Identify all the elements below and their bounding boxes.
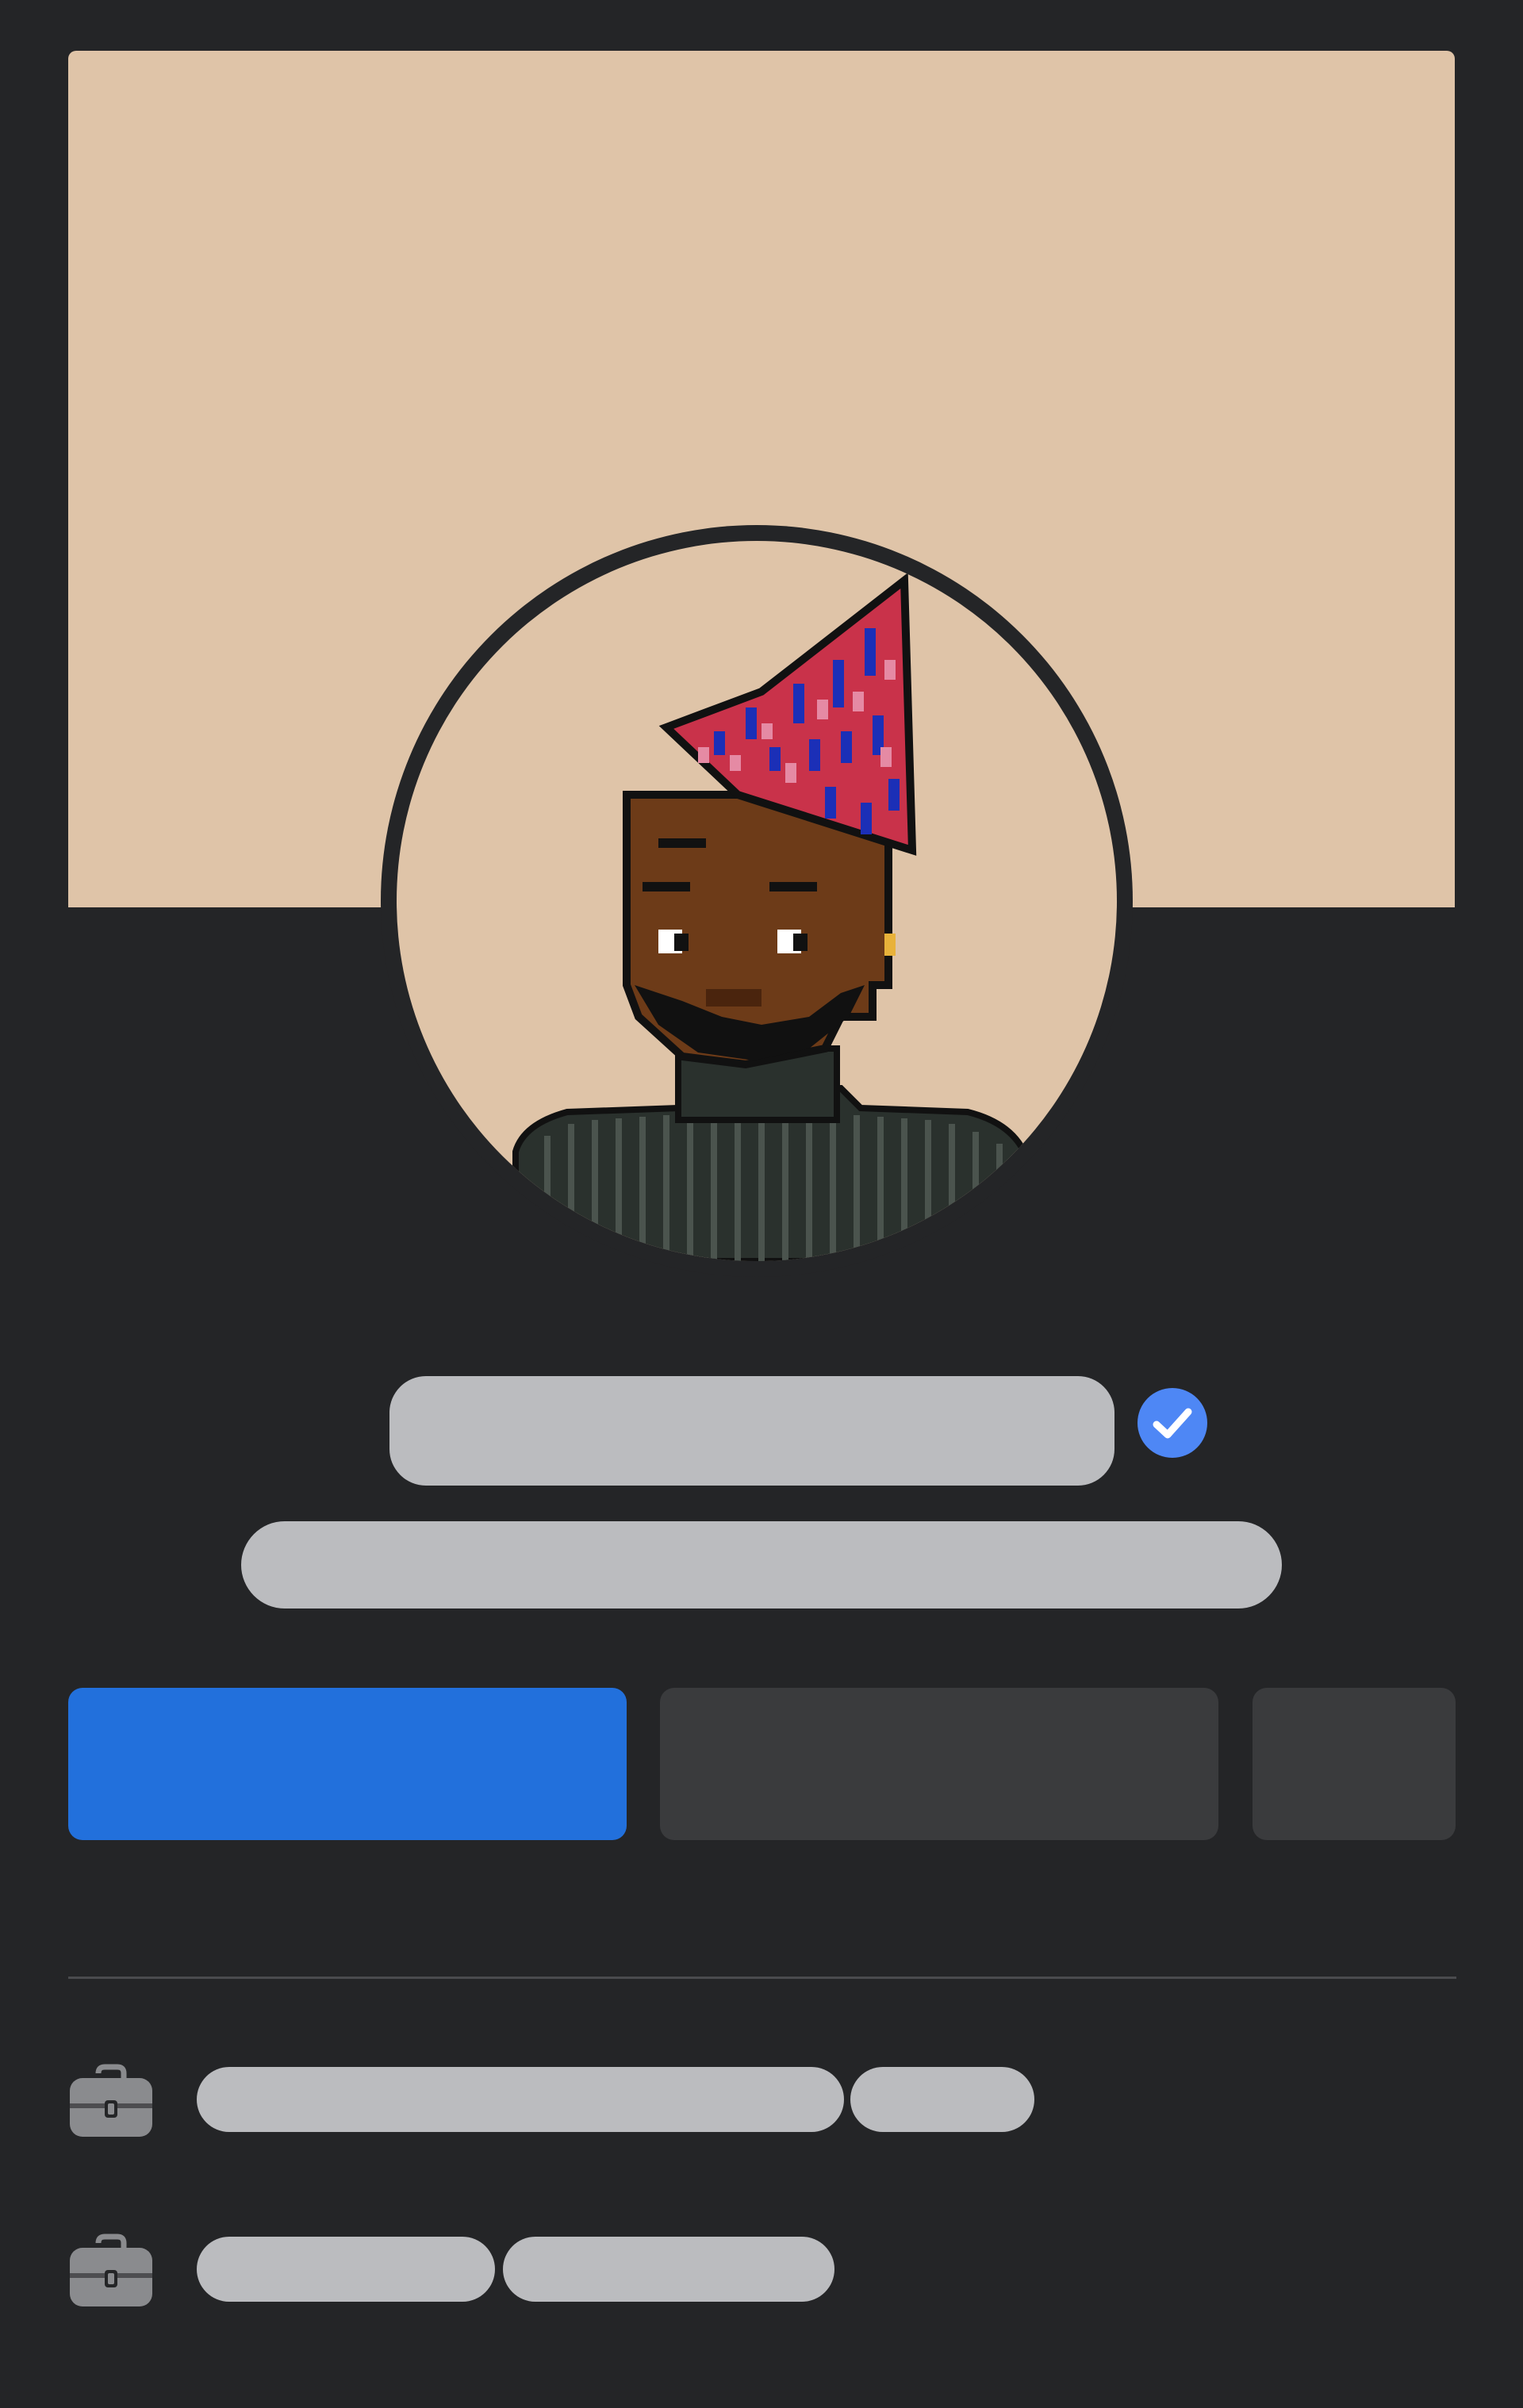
more-options-button[interactable]	[1253, 1688, 1456, 1840]
briefcase-icon	[70, 2234, 152, 2306]
profile-name	[389, 1376, 1114, 1486]
detail-text-primary	[197, 2067, 844, 2132]
pixel-art-avatar-icon	[397, 541, 1117, 1261]
primary-action-button[interactable]	[68, 1688, 627, 1840]
detail-text-secondary-value	[850, 2067, 851, 2068]
section-divider	[68, 1977, 1456, 1979]
detail-row	[68, 2232, 1456, 2306]
profile-bio	[241, 1521, 1282, 1609]
profile-bio-text	[241, 1521, 242, 1522]
profile-name-text	[389, 1376, 390, 1377]
detail-text-secondary[interactable]	[503, 2237, 834, 2302]
briefcase-icon	[70, 2064, 152, 2137]
verified-check-icon	[1137, 1388, 1207, 1458]
secondary-action-button[interactable]	[660, 1688, 1218, 1840]
detail-text-secondary[interactable]	[850, 2067, 1034, 2132]
detail-text-primary-value	[197, 2067, 198, 2068]
detail-row	[68, 2062, 1456, 2137]
detail-text-primary	[197, 2237, 495, 2302]
avatar[interactable]	[397, 541, 1117, 1261]
